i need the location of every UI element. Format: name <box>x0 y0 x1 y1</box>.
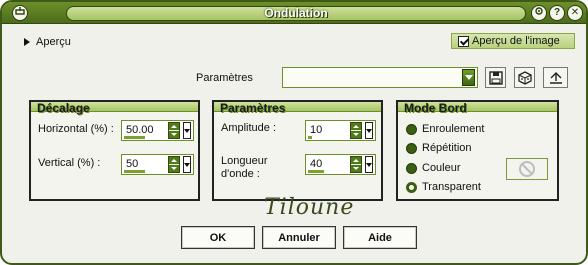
vertical-slider-fill[interactable] <box>124 170 145 173</box>
radio-transparent[interactable] <box>406 181 417 193</box>
edge-option-color[interactable]: Couleur <box>406 162 461 174</box>
color-swatch[interactable] <box>506 158 548 180</box>
radio-wrap[interactable] <box>406 123 417 135</box>
edge-option-repeat-label: Répétition <box>422 142 472 154</box>
window-title: Ondulation <box>66 6 526 21</box>
dropdown-arrow-icon[interactable] <box>462 69 475 86</box>
edge-option-color-label: Couleur <box>422 162 461 174</box>
offset-group-title: Décalage <box>37 101 90 115</box>
wavelength-label-line2: d'onde : <box>221 168 260 180</box>
expand-triangle-icon <box>24 38 30 46</box>
wavelength-dropdown-icon[interactable] <box>365 156 373 173</box>
checkbox-icon[interactable] <box>458 35 469 47</box>
wavelength-label-line1: Longueur <box>221 155 268 167</box>
amplitude-label: Amplitude : <box>221 122 277 134</box>
offset-group: Décalage Horizontal (%) : 50.00 Vertical… <box>29 100 200 201</box>
horizontal-input[interactable]: 50.00 <box>121 120 194 141</box>
random-icon[interactable] <box>514 67 535 88</box>
vertical-dropdown-icon[interactable] <box>183 156 191 173</box>
refresh-icon[interactable] <box>531 5 547 21</box>
help-button[interactable]: Aide <box>343 226 417 249</box>
title-bar[interactable]: Ondulation ? ✕ <box>2 2 586 24</box>
horizontal-stepper[interactable] <box>168 122 180 139</box>
radio-color[interactable] <box>406 162 417 174</box>
presets-dropdown[interactable] <box>282 67 478 88</box>
amplitude-dropdown-icon[interactable] <box>365 122 373 139</box>
offset-group-header: Décalage <box>31 101 198 115</box>
help-icon[interactable]: ? <box>549 5 565 21</box>
edge-option-wrap[interactable]: Enroulement <box>406 123 484 135</box>
vertical-input[interactable]: 50 <box>121 154 194 175</box>
vertical-value: 50 <box>126 158 139 170</box>
toggle-icon[interactable] <box>12 5 28 21</box>
preview-toggle-label: Aperçu <box>36 36 71 48</box>
amplitude-value: 10 <box>310 124 323 136</box>
horizontal-slider-fill[interactable] <box>124 136 145 139</box>
reset-icon[interactable] <box>543 67 568 88</box>
cancel-button[interactable]: Annuler <box>262 226 336 249</box>
edge-option-transparent-label: Transparent <box>422 181 481 193</box>
edge-option-repeat[interactable]: Répétition <box>406 142 472 154</box>
vertical-label: Vertical (%) : <box>38 157 101 169</box>
preview-image-label: Aperçu de l'image <box>472 35 560 47</box>
wavelength-input[interactable]: 40 <box>305 154 376 175</box>
preview-toggle[interactable]: Aperçu <box>24 34 71 50</box>
wavelength-stepper[interactable] <box>350 156 362 173</box>
wavelength-value: 40 <box>310 158 323 170</box>
parameters-group: Paramètres Amplitude : 10 Longueur d'ond… <box>212 100 383 201</box>
ok-button[interactable]: OK <box>181 226 255 249</box>
amplitude-stepper[interactable] <box>350 122 362 139</box>
preview-image-checkbox[interactable]: Aperçu de l'image <box>451 33 575 49</box>
horizontal-value: 50.00 <box>126 124 154 136</box>
vertical-stepper[interactable] <box>168 156 180 173</box>
radio-repeat[interactable] <box>406 142 417 154</box>
parameters-group-title: Paramètres <box>220 101 286 115</box>
dialog-window: Ondulation ? ✕ Aperçu Aperçu de l'image … <box>0 0 588 265</box>
edge-mode-group-header: Mode Bord <box>398 101 557 115</box>
edge-option-transparent[interactable]: Transparent <box>406 181 481 193</box>
amplitude-slider-fill[interactable] <box>308 136 312 139</box>
horizontal-label: Horizontal (%) : <box>38 123 114 135</box>
presets-label: Paramètres <box>196 72 253 84</box>
save-preset-icon[interactable] <box>485 67 506 88</box>
edge-mode-group-title: Mode Bord <box>404 101 467 115</box>
signature-watermark: Tiloune <box>264 195 355 220</box>
edge-option-wrap-label: Enroulement <box>422 123 485 135</box>
amplitude-input[interactable]: 10 <box>305 120 376 141</box>
horizontal-dropdown-icon[interactable] <box>183 122 191 139</box>
parameters-group-header: Paramètres <box>214 101 381 115</box>
no-color-icon <box>519 161 535 177</box>
close-icon[interactable]: ✕ <box>567 5 583 21</box>
wavelength-slider-fill[interactable] <box>308 170 324 173</box>
edge-mode-group: Mode Bord Enroulement Répétition Couleur… <box>396 100 559 201</box>
